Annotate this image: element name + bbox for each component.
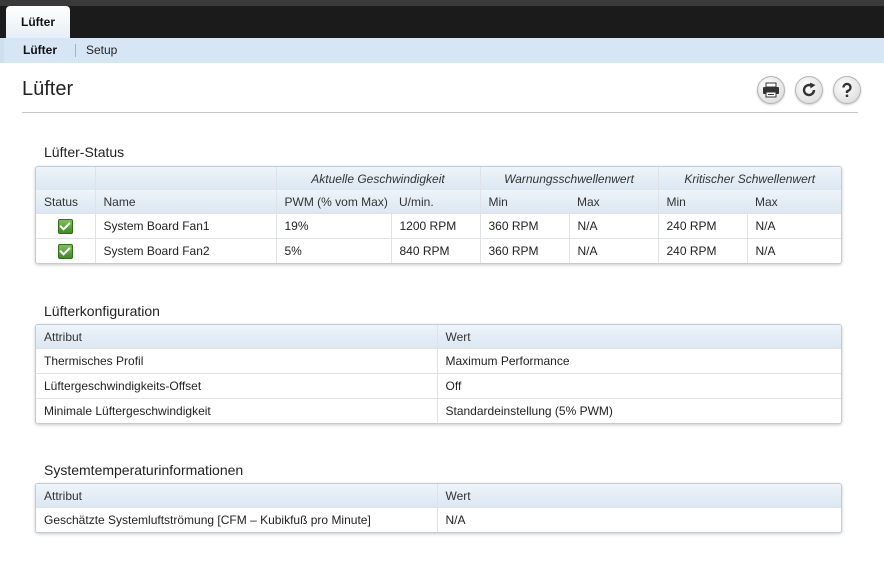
- system-temp-table: Attribut Wert Geschätzte Systemluftström…: [35, 483, 842, 533]
- attribute-value: Standardeinstellung (5% PWM): [436, 398, 841, 423]
- print-button[interactable]: [757, 76, 785, 104]
- section-title-fan-status: Lüfter-Status: [44, 144, 125, 160]
- subnav-divider: [75, 44, 76, 57]
- column-header-name[interactable]: Name: [94, 190, 276, 214]
- table-row: System Board Fan1 19% 1200 RPM 360 RPM N…: [36, 213, 841, 239]
- group-header-speed: Aktuelle Geschwindigkeit: [275, 167, 480, 190]
- subnav-item-luefter[interactable]: Lüfter: [23, 43, 57, 57]
- fan-name: System Board Fan2: [94, 238, 276, 263]
- sub-navigation: Lüfter Setup: [0, 38, 884, 63]
- group-header-critical: Kritischer Schwellenwert: [657, 167, 841, 190]
- fan-status-table: Aktuelle Geschwindigkeit Warnungsschwell…: [35, 166, 842, 264]
- page-title: Lüfter: [22, 78, 74, 100]
- group-header-warning: Warnungsschwellenwert: [479, 167, 658, 190]
- status-ok-icon: [57, 218, 73, 234]
- column-header-warning-max[interactable]: Max: [569, 190, 658, 214]
- column-header-warning-min[interactable]: Min: [479, 190, 569, 214]
- status-cell: [36, 213, 95, 239]
- fan-name: System Board Fan1: [94, 213, 276, 239]
- table-row: Thermisches Profil Maximum Performance: [36, 348, 841, 374]
- fan-rpm: 1200 RPM: [390, 213, 480, 239]
- attribute-name: Geschätzte Systemluftströmung [CFM – Kub…: [36, 507, 437, 532]
- refresh-button[interactable]: [795, 76, 823, 104]
- critical-max: N/A: [746, 238, 841, 263]
- section-title-fan-config: Lüfterkonfiguration: [44, 303, 160, 319]
- attribute-name: Lüftergeschwindigkeits-Offset: [36, 373, 437, 399]
- warning-max: N/A: [568, 238, 658, 263]
- attribute-value: N/A: [436, 507, 841, 532]
- printer-icon: [763, 82, 779, 98]
- fan-pwm: 5%: [275, 238, 391, 263]
- refresh-icon: [802, 82, 816, 97]
- column-header-attribute: Attribut: [36, 325, 437, 349]
- attribute-value: Maximum Performance: [436, 348, 841, 374]
- table-row: Geschätzte Systemluftströmung [CFM – Kub…: [36, 507, 841, 532]
- column-header-value: Wert: [436, 325, 841, 349]
- column-header-rpm[interactable]: U/min.: [391, 190, 480, 214]
- help-icon: [842, 82, 852, 97]
- critical-min: 240 RPM: [657, 213, 747, 239]
- status-ok-icon: [57, 243, 73, 259]
- fan-pwm: 19%: [275, 213, 391, 239]
- column-header-status[interactable]: Status: [36, 190, 95, 214]
- column-header-value: Wert: [436, 484, 841, 508]
- top-bar: Lüfter: [0, 0, 884, 38]
- warning-max: N/A: [568, 213, 658, 239]
- critical-min: 240 RPM: [657, 238, 747, 263]
- header-spacer: [36, 167, 95, 190]
- column-header-critical-max[interactable]: Max: [747, 190, 841, 214]
- tab-luefter[interactable]: Lüfter: [6, 6, 70, 38]
- attribute-name: Minimale Lüftergeschwindigkeit: [36, 398, 437, 423]
- critical-max: N/A: [746, 213, 841, 239]
- column-header-pwm[interactable]: PWM (% vom Max): [275, 190, 391, 214]
- column-header-attribute: Attribut: [36, 484, 437, 508]
- header-spacer: [94, 167, 276, 190]
- table-row: Lüftergeschwindigkeits-Offset Off: [36, 373, 841, 399]
- attribute-name: Thermisches Profil: [36, 348, 437, 374]
- fan-config-table: Attribut Wert Thermisches Profil Maximum…: [35, 324, 842, 424]
- title-divider: [22, 112, 858, 113]
- warning-min: 360 RPM: [479, 213, 569, 239]
- warning-min: 360 RPM: [479, 238, 569, 263]
- section-title-system-temp: Systemtemperaturinformationen: [44, 462, 244, 478]
- status-cell: [36, 238, 95, 263]
- column-header-critical-min[interactable]: Min: [657, 190, 747, 214]
- table-row: Minimale Lüftergeschwindigkeit Standarde…: [36, 398, 841, 423]
- attribute-value: Off: [436, 373, 841, 399]
- table-row: System Board Fan2 5% 840 RPM 360 RPM N/A…: [36, 238, 841, 263]
- fan-rpm: 840 RPM: [390, 238, 480, 263]
- subnav-item-setup[interactable]: Setup: [86, 43, 117, 57]
- help-button[interactable]: [833, 76, 861, 104]
- top-bar-strip: [0, 0, 884, 6]
